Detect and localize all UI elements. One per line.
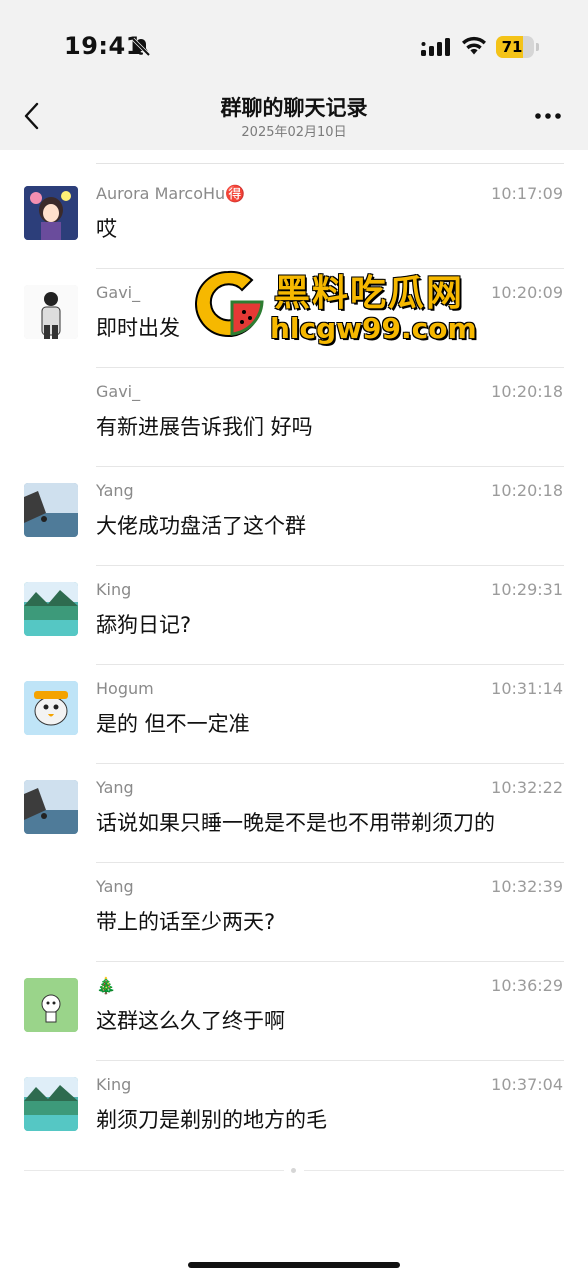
divider — [96, 163, 564, 164]
message-sender: Aurora MarcoHu🉐 — [96, 184, 246, 203]
message-text[interactable]: 剃须刀是剃别的地方的毛 — [96, 1104, 327, 1134]
avatar[interactable] — [24, 978, 78, 1032]
avatar[interactable] — [24, 186, 78, 240]
avatar[interactable] — [24, 1077, 78, 1131]
message-time: 10:32:22 — [491, 778, 563, 797]
message-sender: King — [96, 1075, 132, 1094]
page-subtitle: 2025年02月10日 — [241, 125, 347, 140]
message-text[interactable]: 哎 — [96, 213, 117, 243]
message-text[interactable]: 这群这么久了终于啊 — [96, 1005, 285, 1035]
message-time: 10:37:04 — [491, 1075, 563, 1094]
message-row[interactable]: Aurora MarcoHu🉐 10:17:09 哎 — [0, 170, 588, 269]
message-text[interactable]: 有新进展告诉我们 好吗 — [96, 411, 313, 441]
message-text[interactable]: 大佬成功盘活了这个群 — [96, 510, 306, 540]
watermark-url: hlcgw99.com — [270, 312, 477, 345]
home-indicator[interactable] — [188, 1262, 400, 1268]
message-text[interactable]: 是的 但不一定准 — [96, 708, 250, 738]
message-sender: Yang — [96, 877, 134, 896]
avatar[interactable] — [24, 582, 78, 636]
battery-level: 71 — [501, 38, 523, 56]
message-text[interactable]: 带上的话至少两天? — [96, 906, 275, 936]
message-time: 10:31:14 — [491, 679, 563, 698]
message-sender: Yang — [96, 481, 134, 500]
nav-bar: 群聊的聊天记录 2025年02月10日 — [0, 92, 588, 150]
message-sender: 🎄 — [96, 976, 116, 995]
message-time: 10:20:18 — [491, 481, 563, 500]
message-time: 10:17:09 — [491, 184, 563, 203]
message-row[interactable]: Yang 10:32:22 话说如果只睡一晚是不是也不用带剃须刀的 — [0, 764, 588, 863]
message-time: 10:36:29 — [491, 976, 563, 995]
avatar[interactable] — [24, 285, 78, 339]
wifi-icon — [462, 36, 486, 55]
message-row[interactable]: Gavi_ 10:20:18 有新进展告诉我们 好吗 — [0, 368, 588, 467]
bell-off-icon — [131, 37, 151, 57]
message-time: 10:29:31 — [491, 580, 563, 599]
message-text[interactable]: 舔狗日记? — [96, 609, 191, 639]
message-time: 10:20:18 — [491, 382, 563, 401]
message-row[interactable]: Hogum 10:31:14 是的 但不一定准 — [0, 665, 588, 764]
message-sender: Hogum — [96, 679, 154, 698]
message-row[interactable]: King 10:37:04 剃须刀是剃别的地方的毛 — [0, 1061, 588, 1160]
battery-icon: 71 — [496, 36, 534, 58]
avatar[interactable] — [24, 780, 78, 834]
message-text[interactable]: 即时出发 — [96, 312, 180, 342]
message-time: 10:32:39 — [491, 877, 563, 896]
page-title: 群聊的聊天记录 — [220, 96, 368, 120]
battery-cap — [536, 43, 539, 51]
avatar[interactable] — [24, 483, 78, 537]
message-text[interactable]: 话说如果只睡一晚是不是也不用带剃须刀的 — [96, 807, 495, 837]
message-row[interactable]: Yang 10:20:18 大佬成功盘活了这个群 — [0, 467, 588, 566]
more-icon[interactable] — [534, 112, 562, 120]
watermark: 黑料吃瓜网 hlcgw99.com — [192, 262, 482, 352]
end-divider-left — [24, 1170, 284, 1171]
message-sender: Yang — [96, 778, 134, 797]
avatar[interactable] — [24, 681, 78, 735]
message-sender: Gavi_ — [96, 283, 141, 302]
end-divider-right — [304, 1170, 564, 1171]
message-row[interactable]: Yang 10:32:39 带上的话至少两天? — [0, 863, 588, 962]
message-time: 10:20:09 — [491, 283, 563, 302]
message-row[interactable]: King 10:29:31 舔狗日记? — [0, 566, 588, 665]
message-row[interactable]: 🎄 10:36:29 这群这么久了终于啊 — [0, 962, 588, 1061]
message-sender: Gavi_ — [96, 382, 141, 401]
message-sender: King — [96, 580, 132, 599]
signal-icon — [421, 38, 450, 56]
status-bar: 19:41 71 — [0, 0, 588, 92]
end-divider-dot — [291, 1168, 296, 1173]
watermark-logo-icon — [195, 270, 264, 337]
watermark-title: 黑料吃瓜网 — [274, 273, 465, 314]
